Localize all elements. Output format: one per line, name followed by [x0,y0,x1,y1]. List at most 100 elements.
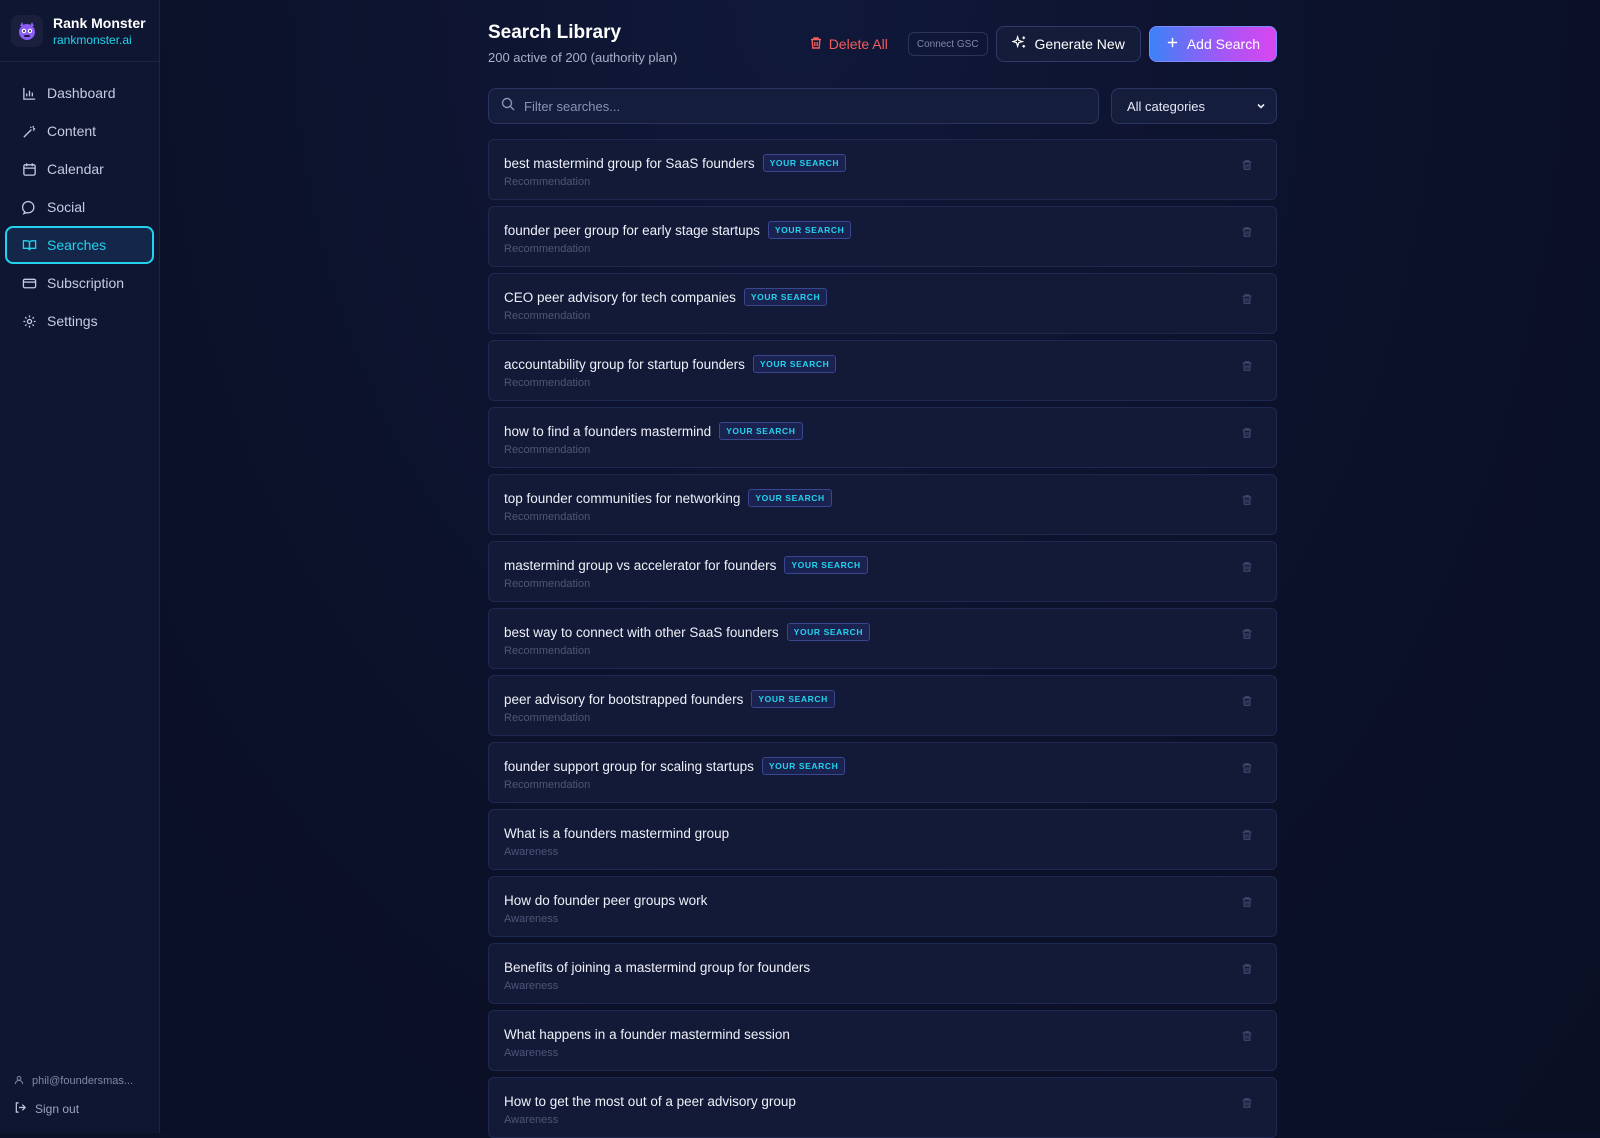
search-row[interactable]: CEO peer advisory for tech companies YOUR… [488,273,1277,334]
search-row-header: How to get the most out of a peer adviso… [504,1092,1261,1110]
trash-icon [1242,830,1252,840]
search-category: Awareness [504,846,559,858]
trash-icon [1242,562,1252,572]
search-title: How do founder peer groups work [504,892,708,908]
your-search-badge: YOUR SEARCH [784,556,868,574]
sidebar-item-subscription[interactable]: Subscription [5,264,154,302]
search-title: best way to connect with other SaaS foun… [504,624,779,640]
user-icon [14,1075,24,1088]
trash-icon [1242,696,1252,706]
delete-search-button[interactable] [1240,359,1254,373]
delete-search-button[interactable] [1240,225,1254,239]
sidebar-item-searches[interactable]: Searches [5,226,154,264]
sparkles-icon [1010,34,1027,53]
delete-all-button[interactable]: Delete All [797,27,900,61]
sidebar-item-social[interactable]: Social [5,188,154,226]
user-email: phil@foundersmas... [32,1075,134,1087]
delete-search-button[interactable] [1240,828,1254,842]
search-title: how to find a founders mastermind [504,423,712,439]
search-title: founder peer group for early stage start… [504,222,760,238]
search-icon [501,97,515,116]
trash-icon [1242,1098,1252,1108]
sidebar-item-settings[interactable]: Settings [5,302,154,340]
search-row[interactable]: founder support group for scaling startu… [488,742,1277,803]
search-box [488,88,1099,124]
connect-gsc-button[interactable]: Connect GSC [907,32,988,56]
search-title: How to get the most out of a peer adviso… [504,1093,796,1109]
search-row[interactable]: How do founder peer groups work Awareness [488,876,1277,937]
search-row-header: accountability group for startup founder… [504,355,1261,373]
search-row[interactable]: best mastermind group for SaaS founders Y… [488,139,1277,200]
sidebar-item-calendar[interactable]: Calendar [5,150,154,188]
delete-search-button[interactable] [1240,1029,1254,1043]
sidebar-footer: phil@foundersmas... Sign out [0,1067,160,1133]
sidebar-item-dashboard[interactable]: Dashboard [5,74,154,112]
search-row[interactable]: how to find a founders mastermind YOUR SE… [488,407,1277,468]
search-row[interactable]: What is a founders mastermind group Aware… [488,809,1277,870]
sidebar-item-content[interactable]: Content [5,112,154,150]
search-row-header: How do founder peer groups work [504,891,1261,909]
delete-search-button[interactable] [1240,292,1254,306]
search-list: best mastermind group for SaaS founders Y… [488,139,1277,1138]
search-row-header: What is a founders mastermind group [504,824,1261,842]
trash-icon [1242,428,1252,438]
search-title: peer advisory for bootstrapped founders [504,691,744,707]
search-row[interactable]: accountability group for startup founder… [488,340,1277,401]
search-row-header: how to find a founders mastermind YOUR SE… [504,422,1261,440]
generate-new-button[interactable]: Generate New [995,26,1141,62]
sidebar-item-label: Calendar [47,161,104,177]
delete-search-button[interactable] [1240,962,1254,976]
search-row[interactable]: mastermind group vs accelerator for foun… [488,541,1277,602]
trash-icon [1242,763,1252,773]
trash-icon [809,36,823,53]
chevron-down-icon [1256,99,1266,114]
delete-search-button[interactable] [1240,158,1254,172]
page-title: Search Library [488,22,622,43]
delete-search-button[interactable] [1240,426,1254,440]
search-row[interactable]: best way to connect with other SaaS foun… [488,608,1277,669]
delete-search-button[interactable] [1240,761,1254,775]
search-title: What happens in a founder mastermind ses… [504,1026,790,1042]
add-search-button[interactable]: Add Search [1148,26,1277,62]
search-row[interactable]: top founder communities for networking YO… [488,474,1277,535]
brand[interactable]: Rank Monster rankmonster.ai [0,0,159,62]
trash-icon [1242,629,1252,639]
sidebar-item-label: Subscription [47,275,125,291]
delete-search-button[interactable] [1240,560,1254,574]
search-row[interactable]: founder peer group for early stage start… [488,206,1277,267]
your-search-badge: YOUR SEARCH [748,489,832,507]
sign-out-button[interactable]: Sign out [14,1095,146,1123]
search-row-header: top founder communities for networking YO… [504,489,1261,507]
magic-wand-icon [21,123,37,139]
search-row-header: peer advisory for bootstrapped founders Y… [504,690,1261,708]
search-category: Recommendation [504,243,591,255]
sidebar-item-label: Content [47,123,97,139]
search-category: Awareness [504,1114,559,1126]
search-row-header: best way to connect with other SaaS foun… [504,623,1261,641]
trash-icon [1242,361,1252,371]
search-row[interactable]: What happens in a founder mastermind ses… [488,1010,1277,1071]
search-row-header: founder support group for scaling startu… [504,757,1261,775]
sidebar-item-label: Searches [47,237,107,253]
delete-search-button[interactable] [1240,895,1254,909]
search-input[interactable] [524,98,1098,114]
trash-icon [1242,1031,1252,1041]
search-row[interactable]: Benefits of joining a mastermind group f… [488,943,1277,1004]
search-title: Benefits of joining a mastermind group f… [504,959,811,975]
sign-out-icon [14,1101,27,1117]
search-row[interactable]: How to get the most out of a peer adviso… [488,1077,1277,1138]
delete-search-button[interactable] [1240,493,1254,507]
trash-icon [1242,964,1252,974]
delete-search-button[interactable] [1240,627,1254,641]
your-search-badge: YOUR SEARCH [752,355,837,373]
trash-icon [1242,495,1252,505]
book-icon [21,237,37,253]
your-search-badge: YOUR SEARCH [719,422,803,440]
search-row[interactable]: peer advisory for bootstrapped founders Y… [488,675,1277,736]
delete-search-button[interactable] [1240,1096,1254,1110]
category-select[interactable]: All categories [1111,88,1277,124]
search-category: Recommendation [504,511,591,523]
delete-search-button[interactable] [1240,694,1254,708]
search-category: Awareness [504,913,559,925]
search-title: top founder communities for networking [504,490,741,506]
